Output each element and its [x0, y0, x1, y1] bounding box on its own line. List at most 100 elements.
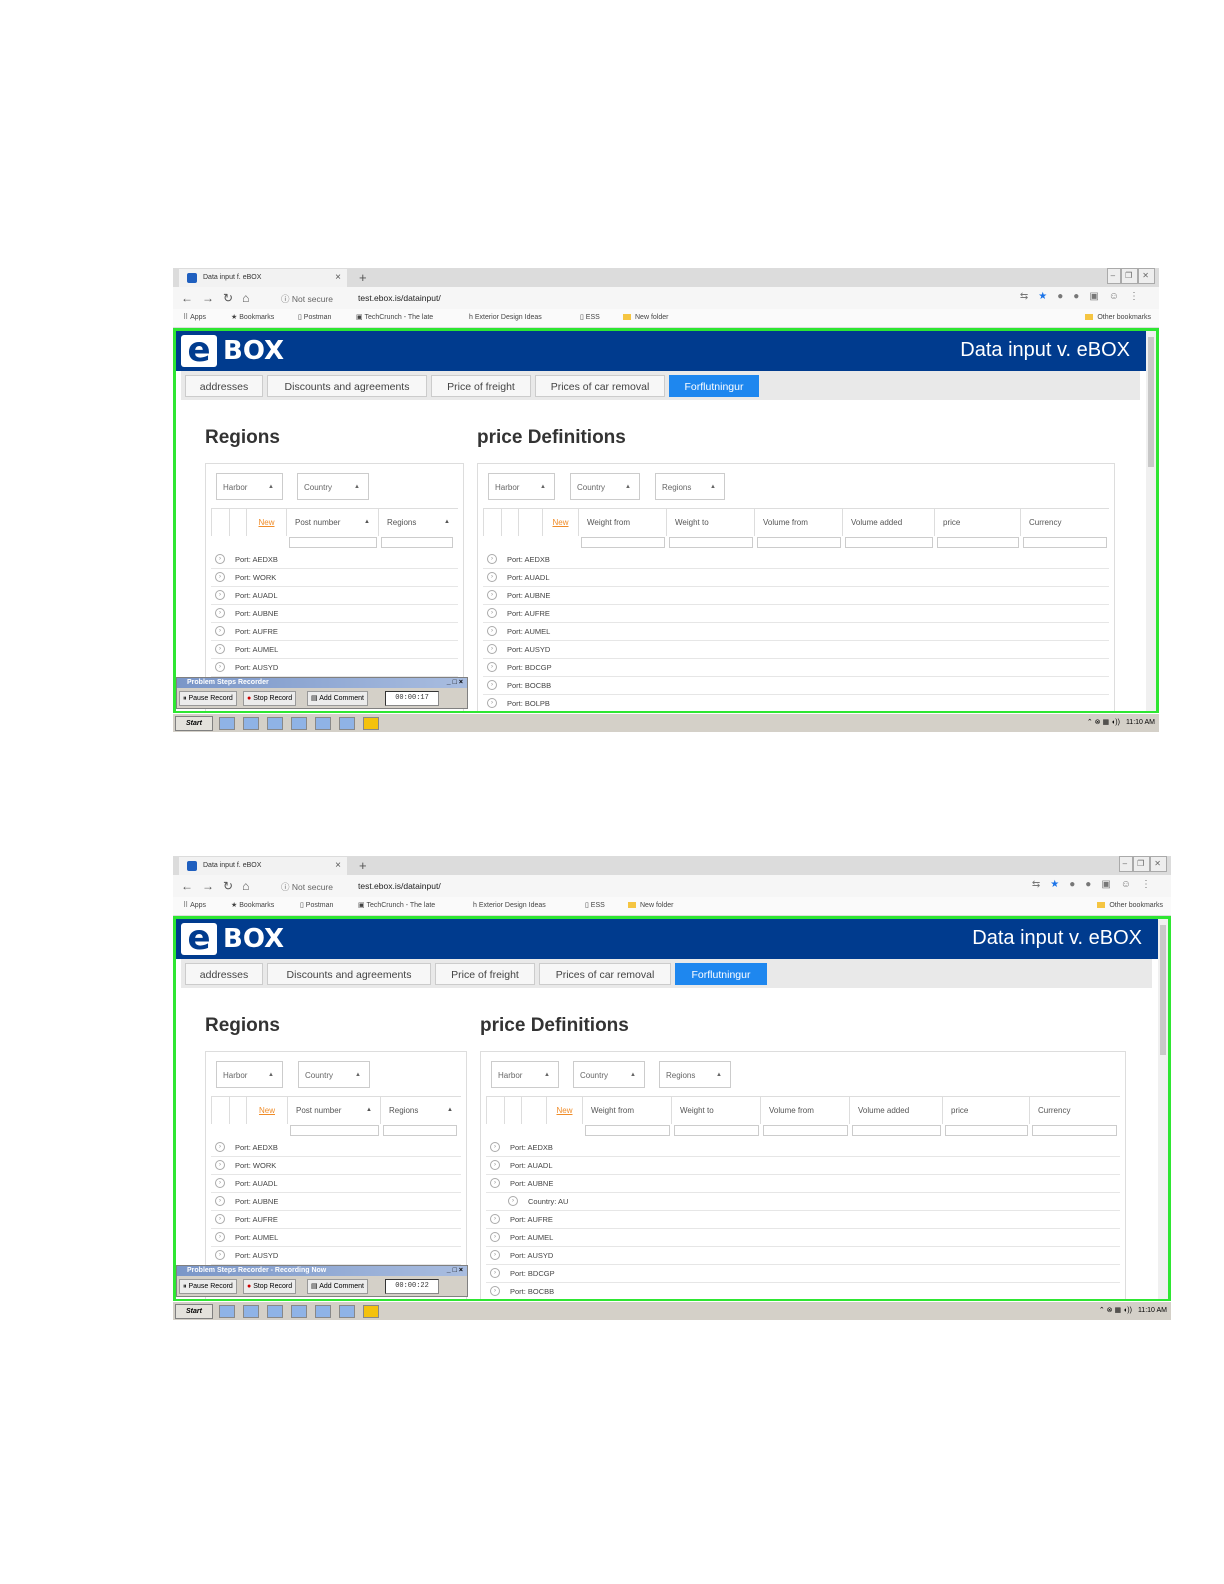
tab-car-removal[interactable]: Prices of car removal — [539, 963, 671, 985]
expand-row-icon[interactable]: › — [487, 644, 497, 654]
expand-row-icon[interactable]: › — [490, 1250, 500, 1260]
table-row[interactable]: › Port: AUADL — [211, 587, 458, 605]
taskbar-app-icon[interactable] — [267, 1305, 283, 1318]
back-icon[interactable]: ← — [181, 879, 202, 893]
add-comment-button[interactable]: ▤ Add Comment — [307, 1279, 368, 1294]
table-row[interactable]: › Port: AUBNE — [211, 605, 458, 623]
bookmark-postman[interactable]: ▯ Postman — [300, 897, 333, 915]
taskbar-app-icon[interactable] — [243, 717, 259, 730]
extension-icon[interactable]: ▣ — [1089, 291, 1108, 302]
country-filter[interactable]: Country ▲ — [298, 1061, 370, 1088]
currency-filter-input[interactable] — [1032, 1125, 1117, 1136]
weight-from-filter-input[interactable] — [581, 537, 665, 548]
regions-filter-input[interactable] — [381, 537, 453, 548]
scrollbar-thumb[interactable] — [1160, 925, 1166, 1055]
minimize-icon[interactable]: – — [1118, 856, 1134, 872]
expand-row-icon[interactable]: › — [487, 680, 497, 690]
weight-to-filter-input[interactable] — [674, 1125, 759, 1136]
back-icon[interactable]: ← — [181, 291, 202, 305]
weight-to-header[interactable]: Weight to — [671, 1097, 760, 1124]
expand-row-icon[interactable]: › — [215, 626, 225, 636]
taskbar-app-icon[interactable] — [339, 717, 355, 730]
price-header[interactable]: price — [934, 509, 1020, 536]
chrome-icon[interactable] — [363, 717, 379, 730]
taskbar-app-icon[interactable] — [315, 1305, 331, 1318]
bookmark-apps[interactable]: ⠿ Apps — [183, 309, 206, 327]
regions-header[interactable]: Regions ▲ — [380, 1097, 461, 1124]
url-field[interactable]: test.ebox.is/datainput/ — [358, 881, 441, 891]
browser-tab[interactable]: Data input f. eBOX × — [179, 857, 347, 875]
bookmark-ess[interactable]: ▯ ESS — [580, 309, 600, 327]
bookmark-new-folder[interactable]: New folder — [628, 897, 673, 915]
taskbar-app-icon[interactable] — [315, 717, 331, 730]
table-row[interactable]: › Port: AUADL — [483, 569, 1109, 587]
harbor-filter[interactable]: Harbor ▲ — [216, 1061, 283, 1088]
expand-row-icon[interactable]: › — [215, 608, 225, 618]
recorder-window-controls[interactable]: _□× — [447, 678, 465, 688]
new-link[interactable]: New — [546, 1097, 582, 1124]
tab-forflutningur[interactable]: Forflutningur — [675, 963, 767, 985]
bookmark-bookmarks[interactable]: ★ Bookmarks — [231, 309, 274, 327]
currency-filter-input[interactable] — [1023, 537, 1107, 548]
new-tab-button[interactable]: + — [359, 268, 367, 287]
bookmark-ess[interactable]: ▯ ESS — [585, 897, 605, 915]
harbor-filter[interactable]: Harbor ▲ — [216, 473, 283, 500]
scrollbar-thumb[interactable] — [1148, 337, 1154, 467]
tab-discounts[interactable]: Discounts and agreements — [267, 375, 427, 397]
profile-icon[interactable]: ☺ — [1121, 879, 1141, 890]
weight-from-header[interactable]: Weight from — [582, 1097, 671, 1124]
bookmark-new-folder[interactable]: New folder — [623, 309, 668, 327]
recorder-window-controls[interactable]: _□× — [447, 1266, 465, 1276]
volume-added-filter-input[interactable] — [852, 1125, 941, 1136]
start-button[interactable]: Start — [175, 1304, 213, 1319]
country-filter[interactable]: Country ▲ — [297, 473, 369, 500]
tab-discounts[interactable]: Discounts and agreements — [267, 963, 431, 985]
table-row[interactable]: › Port: AUBNE — [483, 587, 1109, 605]
pause-record-button[interactable]: ⏸ Pause Record — [179, 1279, 237, 1294]
expand-row-icon[interactable]: › — [215, 1196, 225, 1206]
bookmark-apps[interactable]: ⠿ Apps — [183, 897, 206, 915]
bookmark-star-icon[interactable]: ★ — [1050, 879, 1069, 890]
tab-car-removal[interactable]: Prices of car removal — [535, 375, 665, 397]
reload-icon[interactable]: ↻ — [223, 291, 242, 305]
table-row[interactable]: › Port: BOCBB — [483, 677, 1109, 695]
volume-added-header[interactable]: Volume added — [842, 509, 934, 536]
expand-row-icon[interactable]: › — [215, 1142, 225, 1152]
home-icon[interactable]: ⌂ — [242, 291, 258, 305]
expand-row-icon[interactable]: › — [487, 698, 497, 708]
table-row[interactable]: › Port: AUMEL — [211, 641, 458, 659]
table-row[interactable]: › Port: AEDXB — [211, 551, 458, 569]
table-row[interactable]: › Port: AUBNE — [486, 1175, 1120, 1193]
expand-row-icon[interactable]: › — [487, 662, 497, 672]
taskbar-app-icon[interactable] — [339, 1305, 355, 1318]
bookmark-techcrunch[interactable]: ▣ TechCrunch - The late — [358, 897, 435, 915]
expand-row-icon[interactable]: › — [215, 644, 225, 654]
table-row[interactable]: › Port: AUSYD — [486, 1247, 1120, 1265]
profile-icon[interactable]: ☺ — [1109, 291, 1129, 302]
volume-from-header[interactable]: Volume from — [760, 1097, 849, 1124]
table-row[interactable]: › Port: BOLPB — [483, 695, 1109, 711]
tray-icons[interactable]: ⌃ ⊗ ▦ ◖)) — [1087, 719, 1120, 726]
expand-row-icon[interactable]: › — [490, 1160, 500, 1170]
start-button[interactable]: Start — [175, 716, 213, 731]
taskbar-app-icon[interactable] — [219, 717, 235, 730]
expand-row-icon[interactable]: › — [487, 572, 497, 582]
table-row[interactable]: › Port: WORK — [211, 1157, 461, 1175]
volume-added-filter-input[interactable] — [845, 537, 933, 548]
table-row[interactable]: › Port: AUBNE — [211, 1193, 461, 1211]
regions-header[interactable]: Regions ▲ — [378, 509, 458, 536]
expand-row-icon[interactable]: › — [508, 1196, 518, 1206]
price-filter-input[interactable] — [937, 537, 1019, 548]
expand-row-icon[interactable]: › — [215, 1250, 225, 1260]
security-indicator[interactable]: ⓘ Not secure — [281, 293, 333, 305]
extension-icon[interactable]: ● — [1085, 879, 1101, 890]
expand-row-icon[interactable]: › — [490, 1286, 500, 1296]
table-row[interactable]: › Port: AEDXB — [211, 1139, 461, 1157]
expand-row-icon[interactable]: › — [215, 1232, 225, 1242]
close-tab-icon[interactable]: × — [335, 269, 341, 287]
new-tab-button[interactable]: + — [359, 856, 367, 875]
weight-to-filter-input[interactable] — [669, 537, 753, 548]
bookmark-techcrunch[interactable]: ▣ TechCrunch - The late — [356, 309, 433, 327]
tab-price-of-freight[interactable]: Price of freight — [435, 963, 535, 985]
home-icon[interactable]: ⌂ — [242, 879, 258, 893]
